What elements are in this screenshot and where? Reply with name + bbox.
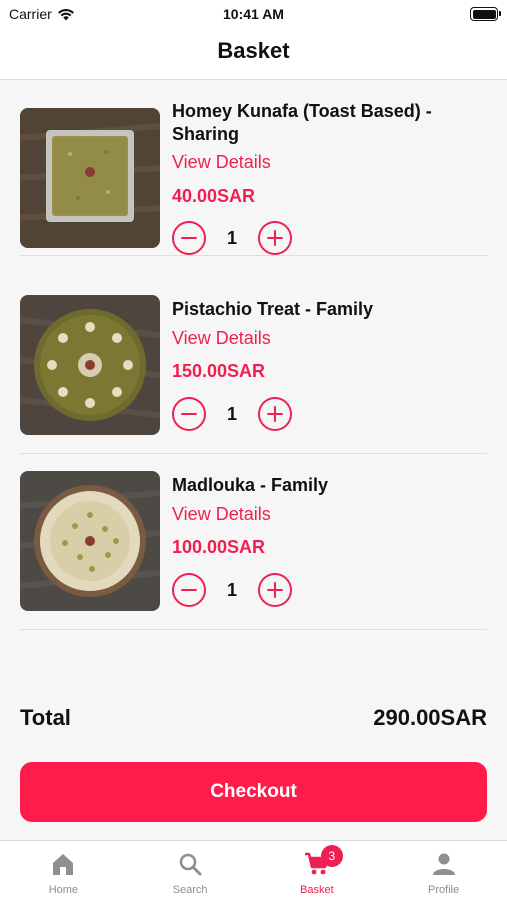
total-label: Total — [20, 705, 71, 730]
tab-label: Profile — [428, 884, 460, 896]
decrease-quantity-button[interactable] — [172, 397, 206, 431]
increase-quantity-button[interactable] — [258, 573, 292, 607]
view-details-link[interactable]: View Details — [172, 328, 271, 349]
navigation-bar: Basket — [0, 30, 507, 80]
basket-item: Madlouka - Family View Details 100.00SAR… — [20, 454, 487, 630]
product-image[interactable] — [20, 108, 160, 248]
tab-basket[interactable]: 3 Basket — [254, 841, 381, 900]
product-name: Pistachio Treat - Family — [172, 299, 374, 319]
quantity-stepper: 1 — [172, 573, 296, 607]
status-bar: Carrier 10:41 AM — [0, 0, 507, 30]
quantity-value: 1 — [226, 228, 237, 248]
checkout-button[interactable]: Checkout — [20, 762, 487, 822]
decrease-quantity-button[interactable] — [172, 221, 206, 255]
product-price: 40.00SAR — [172, 186, 256, 206]
person-icon — [432, 853, 455, 875]
view-details-link[interactable]: View Details — [172, 152, 271, 173]
tab-bar: Home Search 3 Basket Profile — [0, 840, 507, 900]
quantity-value: 1 — [226, 404, 237, 424]
product-image[interactable] — [20, 471, 160, 611]
view-details-link[interactable]: View Details — [172, 504, 271, 525]
quantity-stepper: 1 — [172, 221, 296, 255]
increase-quantity-button[interactable] — [258, 397, 292, 431]
search-icon — [179, 853, 202, 876]
cart-count-badge: 3 — [320, 845, 343, 867]
quantity-value: 1 — [226, 580, 237, 600]
product-price: 150.00SAR — [172, 361, 266, 381]
status-time: 10:41 AM — [223, 6, 284, 22]
page-title: Basket — [217, 38, 290, 63]
product-name: Homey Kunafa (Toast Based) - Sharing — [172, 101, 432, 144]
basket-item: Homey Kunafa (Toast Based) - Sharing Vie… — [20, 80, 487, 256]
quantity-stepper: 1 — [172, 397, 296, 431]
minus-icon — [181, 236, 197, 239]
minus-icon — [181, 588, 197, 591]
home-icon — [53, 854, 74, 875]
basket-item: Pistachio Treat - Family View Details 15… — [20, 278, 487, 454]
battery-icon — [470, 7, 501, 21]
product-name: Madlouka - Family — [172, 475, 329, 495]
product-price: 100.00SAR — [172, 537, 266, 557]
decrease-quantity-button[interactable] — [172, 573, 206, 607]
product-image[interactable] — [20, 295, 160, 435]
tab-profile[interactable]: Profile — [380, 841, 507, 900]
total-amount: 290.00SAR — [373, 705, 487, 730]
tab-search[interactable]: Search — [127, 841, 254, 900]
tab-home[interactable]: Home — [0, 841, 127, 900]
increase-quantity-button[interactable] — [258, 221, 292, 255]
tab-label: Home — [48, 884, 79, 896]
tab-label: Search — [172, 884, 208, 896]
minus-icon — [181, 412, 197, 415]
tab-label: Basket — [300, 884, 334, 896]
